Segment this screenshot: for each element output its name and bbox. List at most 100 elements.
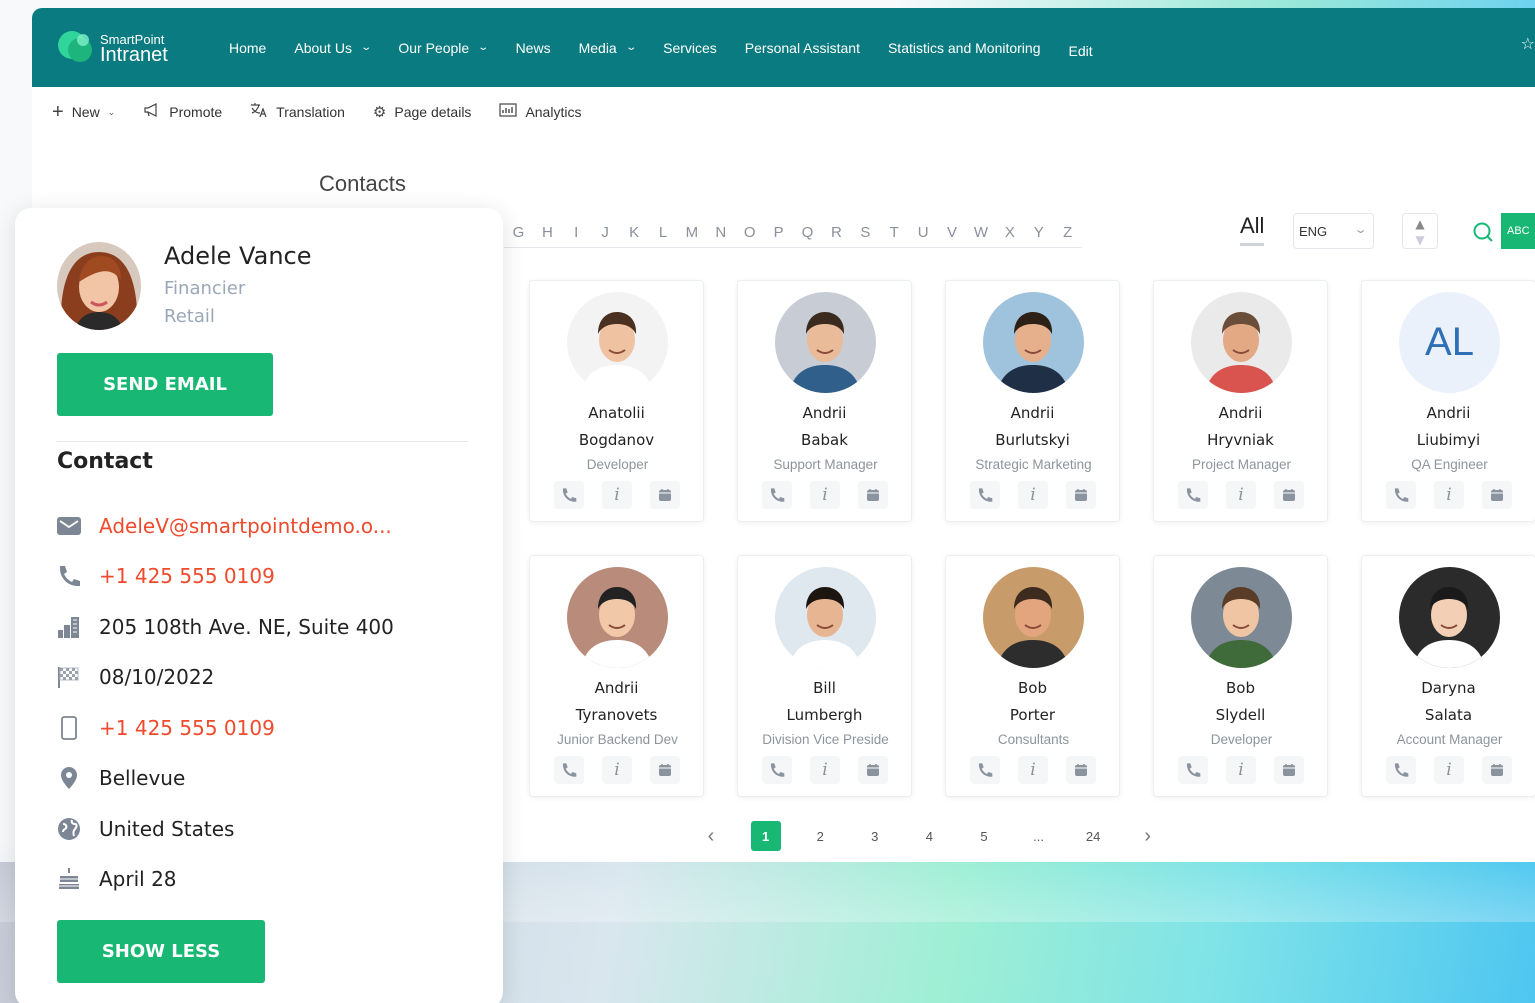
nav-media[interactable]: Media ⌄ (579, 40, 637, 56)
page-button[interactable]: 3 (860, 821, 890, 851)
letter-filter[interactable]: T (880, 224, 909, 241)
nav-our-people[interactable]: Our People ⌄ (398, 40, 489, 56)
phone-icon[interactable] (970, 481, 1000, 509)
page-button[interactable]: 5 (969, 821, 999, 851)
calendar-icon[interactable] (1066, 481, 1096, 509)
letter-filter[interactable]: K (620, 224, 649, 241)
phone-icon[interactable] (1178, 481, 1208, 509)
info-icon[interactable]: i (602, 481, 632, 509)
card-actions: i (554, 481, 682, 509)
info-icon[interactable]: i (1226, 756, 1256, 784)
info-icon[interactable]: i (1226, 481, 1256, 509)
calendar-icon[interactable] (650, 756, 680, 784)
letter-filter[interactable]: N (706, 224, 735, 241)
info-icon[interactable]: i (810, 756, 840, 784)
phone-icon[interactable] (762, 756, 792, 784)
sort-button[interactable]: ▲ ▼ (1402, 213, 1438, 249)
show-less-button[interactable]: SHOW LESS (57, 920, 265, 983)
email-link[interactable]: AdeleV@smartpointdemo.o... (99, 514, 392, 538)
nav-about-us[interactable]: About Us ⌄ (294, 40, 372, 56)
page-button[interactable]: 1 (750, 821, 781, 851)
contact-profile-panel: Adele Vance Financier Retail SEND EMAIL … (15, 208, 503, 1003)
chevron-left-icon[interactable]: ‹ (696, 821, 726, 851)
page-button[interactable]: 24 (1078, 821, 1108, 851)
info-icon[interactable]: i (810, 481, 840, 509)
calendar-icon[interactable] (1274, 756, 1304, 784)
calendar-icon[interactable] (858, 481, 888, 509)
letter-filter[interactable]: U (909, 224, 938, 241)
page-button[interactable]: 4 (914, 821, 944, 851)
promote-button[interactable]: Promote (143, 103, 222, 121)
phone-icon[interactable] (762, 481, 792, 509)
nav-statistics-monitoring[interactable]: Statistics and Monitoring (888, 40, 1041, 56)
contact-card[interactable]: Bill Lumbergh Division Vice Preside i (737, 555, 912, 797)
calendar-icon[interactable] (1482, 481, 1512, 509)
abc-sort-button[interactable]: ABC (1501, 213, 1535, 249)
letter-filter[interactable]: S (851, 224, 880, 241)
calendar-icon[interactable] (650, 481, 680, 509)
calendar-icon[interactable] (1066, 756, 1096, 784)
page-button[interactable]: ... (1024, 821, 1054, 851)
calendar-icon[interactable] (1274, 481, 1304, 509)
info-icon[interactable]: i (1018, 481, 1048, 509)
contact-card[interactable]: Anatolii Bogdanov Developer i (529, 280, 704, 522)
letter-filter[interactable]: L (649, 224, 678, 241)
contact-card[interactable]: Bob Slydell Developer i (1153, 555, 1328, 797)
letter-filter[interactable]: Z (1053, 224, 1082, 241)
analytics-button[interactable]: Analytics (499, 103, 581, 121)
all-filter-tab[interactable]: All (1240, 213, 1265, 246)
nav-edit[interactable]: Edit (1069, 43, 1093, 59)
letter-filter[interactable]: M (677, 224, 706, 241)
phone-icon[interactable] (554, 756, 584, 784)
nav-services[interactable]: Services (663, 40, 717, 56)
site-logo[interactable]: SmartPoint Intranet (57, 28, 197, 68)
country-text: United States (99, 817, 235, 841)
info-icon[interactable]: i (1018, 756, 1048, 784)
letter-filter[interactable]: O (735, 224, 764, 241)
letter-filter[interactable]: P (764, 224, 793, 241)
send-email-button[interactable]: SEND EMAIL (57, 353, 273, 416)
nav-news[interactable]: News (516, 40, 551, 56)
contact-card[interactable]: Andrii Tyranovets Junior Backend Dev i (529, 555, 704, 797)
letter-filter[interactable]: W (967, 224, 996, 241)
info-icon[interactable]: i (602, 756, 632, 784)
letter-filter[interactable]: H (533, 224, 562, 241)
phone-icon[interactable] (554, 481, 584, 509)
calendar-icon[interactable] (1482, 756, 1512, 784)
search-icon[interactable] (1472, 221, 1494, 243)
phone-icon[interactable] (1386, 756, 1416, 784)
mobile-link[interactable]: +1 425 555 0109 (99, 716, 275, 740)
page-button[interactable]: 2 (805, 821, 835, 851)
contact-card[interactable]: Daryna Salata Account Manager i (1361, 555, 1535, 797)
contact-card[interactable]: Andrii Babak Support Manager i (737, 280, 912, 522)
chevron-right-icon[interactable]: › (1133, 821, 1163, 851)
letter-filter[interactable]: Q (793, 224, 822, 241)
nav-personal-assistant[interactable]: Personal Assistant (745, 40, 860, 56)
language-select[interactable]: ENG ⌄ (1293, 213, 1374, 249)
letter-filter[interactable]: Y (1024, 224, 1053, 241)
letter-filter[interactable]: V (938, 224, 967, 241)
letter-filter[interactable]: X (995, 224, 1024, 241)
new-button[interactable]: + New ⌄ (52, 101, 115, 124)
letter-filter[interactable]: J (591, 224, 620, 241)
phone-icon[interactable] (970, 756, 1000, 784)
contact-card[interactable]: Andrii Hryvniak Project Manager i (1153, 280, 1328, 522)
contact-card[interactable]: Andrii Burlutskyi Strategic Marketing i (945, 280, 1120, 522)
letter-filter[interactable]: R (822, 224, 851, 241)
letter-filter[interactable]: I (562, 224, 591, 241)
birthday-text: April 28 (99, 867, 177, 891)
page-details-button[interactable]: ⚙ Page details (373, 103, 472, 121)
nav-home[interactable]: Home (229, 40, 266, 56)
card-actions: i (762, 756, 890, 784)
info-icon[interactable]: i (1434, 481, 1464, 509)
calendar-icon[interactable] (858, 756, 888, 784)
contact-card[interactable]: Bob Porter Consultants i (945, 555, 1120, 797)
letter-filter[interactable]: G (504, 224, 533, 241)
phone-icon[interactable] (1386, 481, 1416, 509)
info-icon[interactable]: i (1434, 756, 1464, 784)
favorite-star-icon[interactable]: ☆ (1521, 34, 1535, 53)
phone-link[interactable]: +1 425 555 0109 (99, 564, 275, 588)
contact-card[interactable]: AL Andrii Liubimyi QA Engineer i (1361, 280, 1535, 522)
translation-button[interactable]: Translation (250, 102, 345, 122)
phone-icon[interactable] (1178, 756, 1208, 784)
